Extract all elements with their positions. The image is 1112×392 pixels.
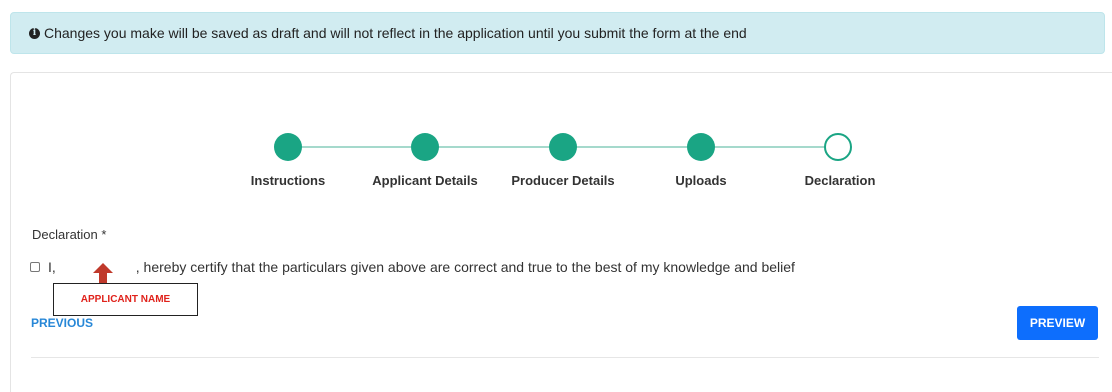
declaration-field-label: Declaration * <box>32 227 107 242</box>
declaration-text-suffix: , hereby certify that the particulars gi… <box>135 259 795 275</box>
step-label-applicant-details[interactable]: Applicant Details <box>372 173 477 188</box>
declaration-text-prefix: I, <box>48 259 56 275</box>
step-uploads-indicator[interactable] <box>687 133 715 161</box>
step-producer-details-indicator[interactable] <box>549 133 577 161</box>
step-connector <box>299 146 411 148</box>
step-instructions-indicator[interactable] <box>274 133 302 161</box>
step-connector <box>712 146 824 148</box>
step-connector <box>574 146 687 148</box>
step-label-producer-details[interactable]: Producer Details <box>511 173 614 188</box>
progress-stepper: Instructions Applicant Details Producer … <box>0 0 1112 200</box>
arrow-up-icon <box>93 263 113 284</box>
declaration-checkbox[interactable] <box>30 262 40 272</box>
footer-divider <box>31 357 1099 358</box>
step-connector <box>436 146 549 148</box>
step-applicant-details-indicator[interactable] <box>411 133 439 161</box>
applicant-name-annotation: APPLICANT NAME <box>53 283 198 316</box>
step-declaration-indicator[interactable] <box>824 133 852 161</box>
previous-link[interactable]: PREVIOUS <box>31 316 93 330</box>
step-label-declaration[interactable]: Declaration <box>805 173 876 188</box>
step-label-uploads[interactable]: Uploads <box>675 173 726 188</box>
preview-button[interactable]: PREVIEW <box>1017 306 1098 340</box>
declaration-row: I, , hereby certify that the particulars… <box>30 258 795 276</box>
step-label-instructions[interactable]: Instructions <box>251 173 325 188</box>
